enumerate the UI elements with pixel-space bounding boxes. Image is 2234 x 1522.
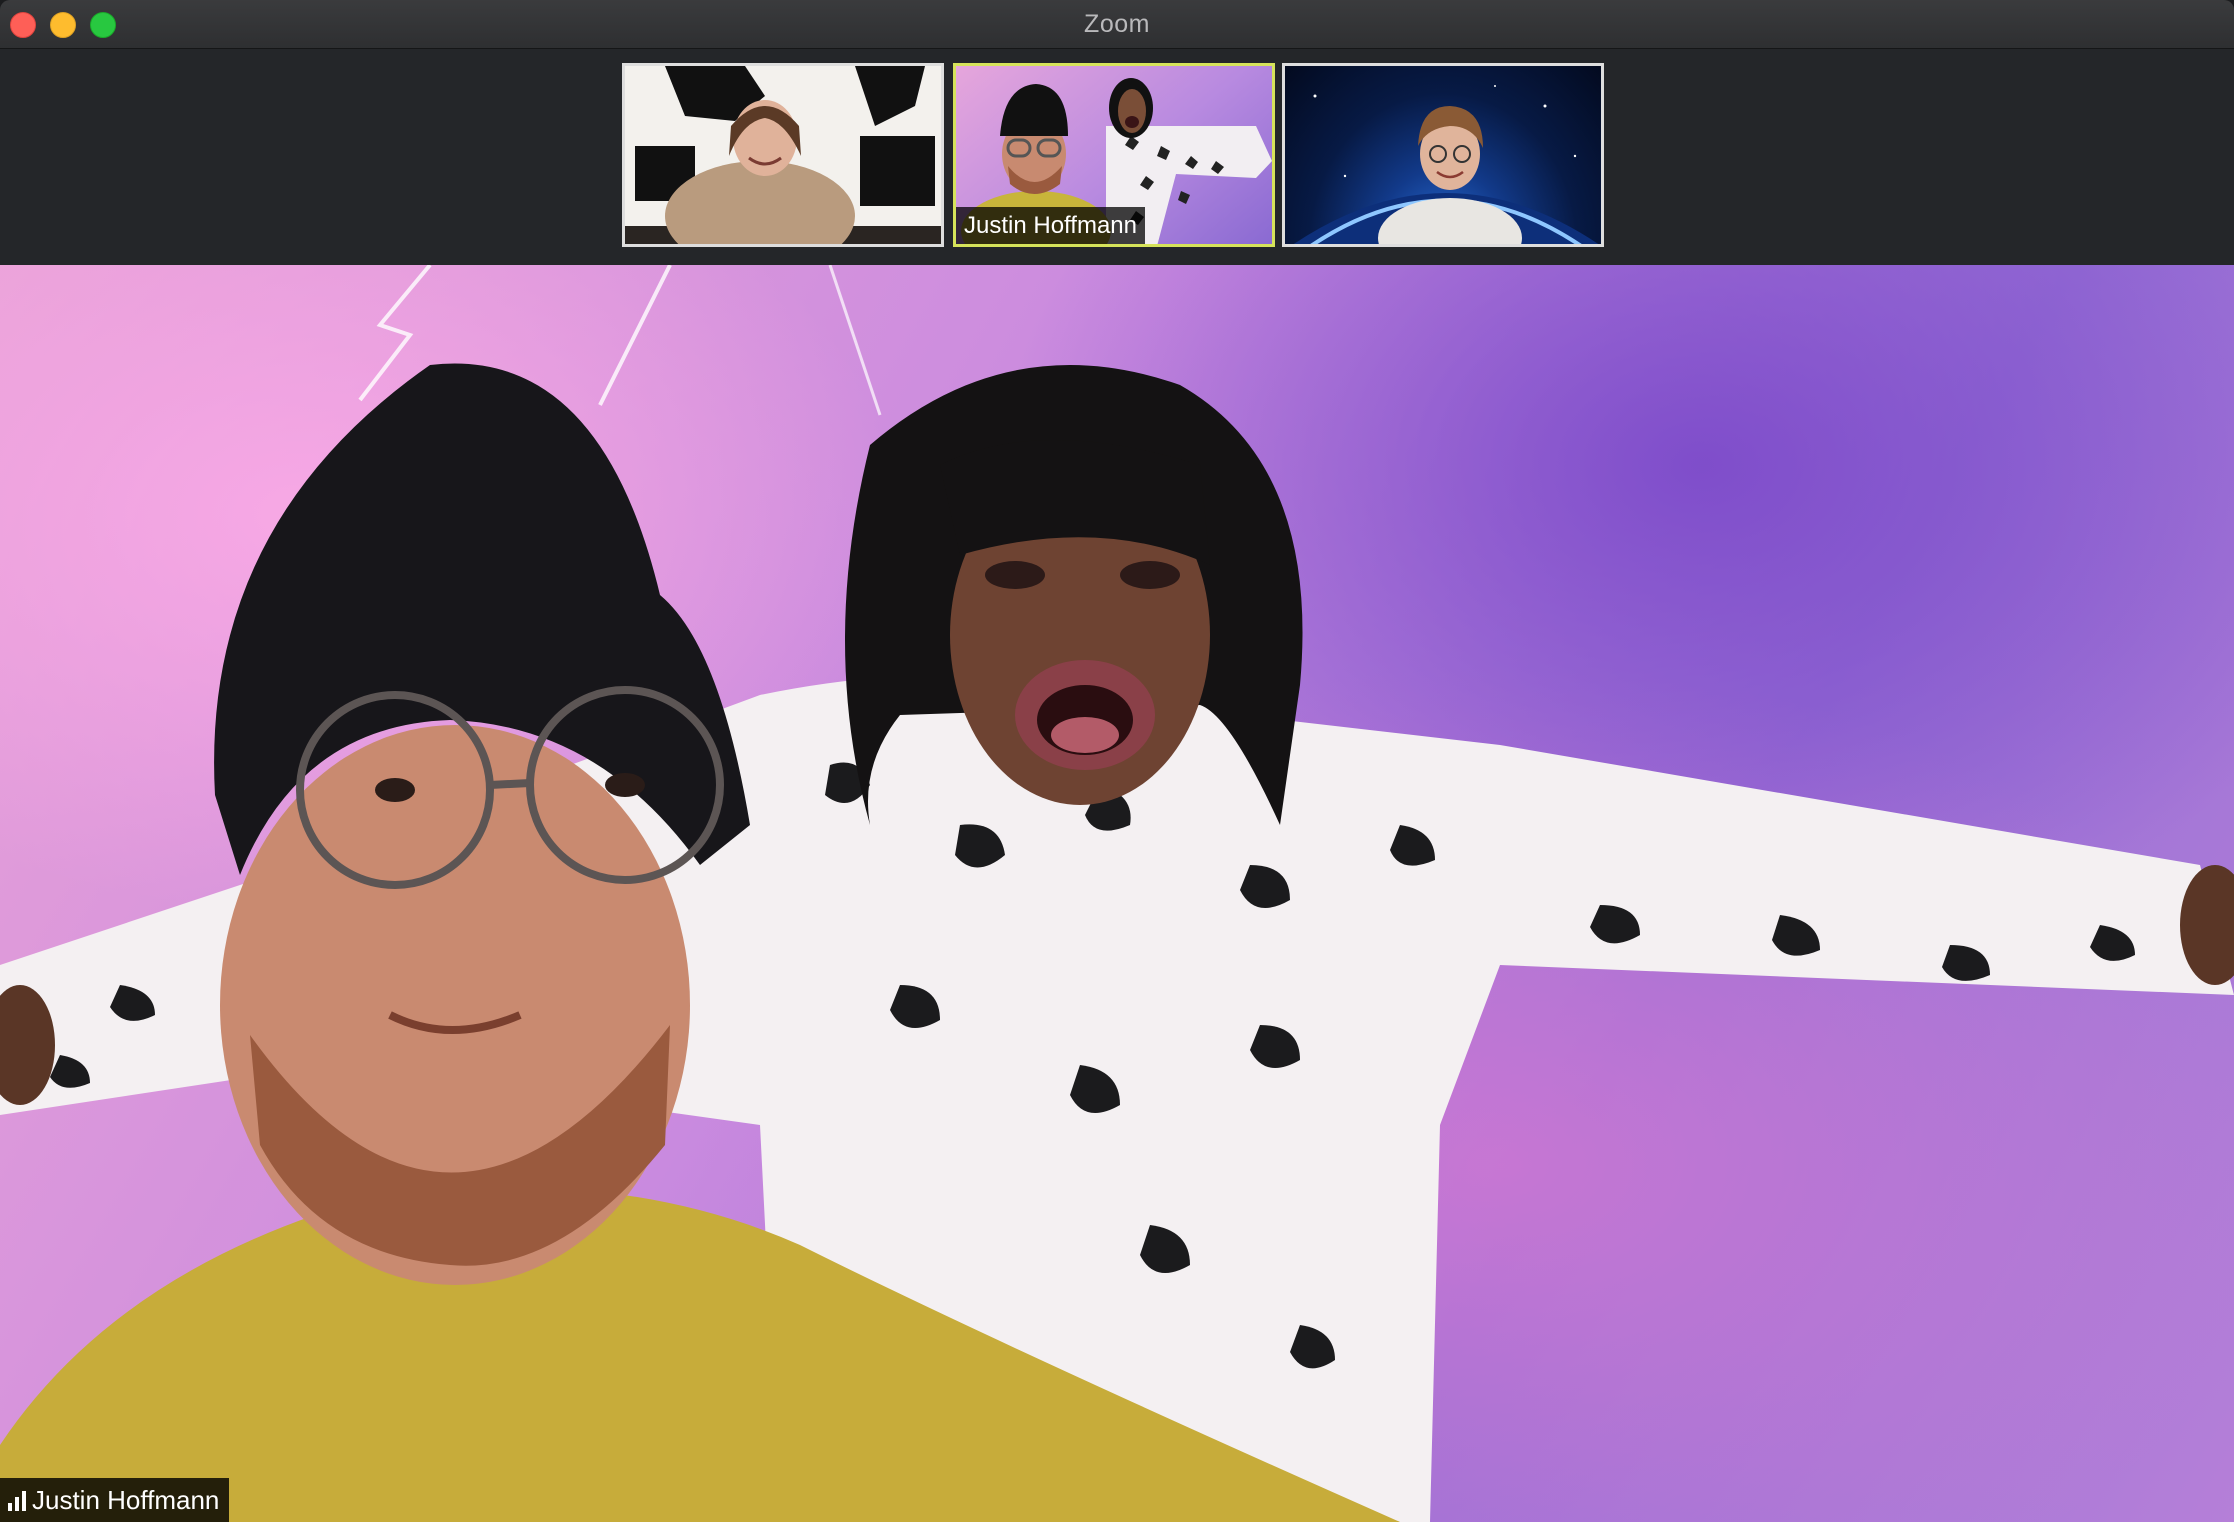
participant-thumbnail-2[interactable]: Justin Hoffmann	[953, 63, 1275, 247]
participant-video-3	[1293, 85, 1599, 244]
gallery-strip: Justin Hoffmann	[0, 49, 2234, 265]
participant-thumbnail-1[interactable]	[622, 63, 944, 247]
window-title: Zoom	[1084, 10, 1150, 38]
zoom-window: Zoom Justin Hoffmann Justin Hoffmann	[0, 0, 2234, 1522]
title-bar[interactable]: Zoom	[0, 0, 2234, 49]
signal-bars-icon	[8, 1490, 26, 1511]
participant-video-1	[625, 66, 941, 244]
speaker-video-feed	[0, 265, 2234, 1522]
participant-thumbnail-3[interactable]	[1282, 63, 1604, 247]
speaker-name-label: Justin Hoffmann	[0, 1478, 230, 1522]
active-speaker-video[interactable]: Justin Hoffmann	[0, 265, 2234, 1522]
participant-name-label: Justin Hoffmann	[956, 207, 1145, 244]
speaker-name-text: Justin Hoffmann	[32, 1485, 220, 1515]
